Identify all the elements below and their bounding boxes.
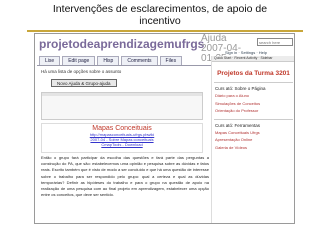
sidebar-toolbar[interactable]: Quick Start · Recent Activity · Sidebar <box>212 56 294 62</box>
info-text: Há uma lista de opções sobre o assunto <box>41 69 122 74</box>
sidebar-link[interactable]: Mapas Conceituais Ufrgs <box>212 130 294 136</box>
sidebar-section-title: Curs ató: Ferramentas <box>215 122 261 128</box>
sidebar-link[interactable]: Simulações de Conceitos <box>212 101 294 107</box>
sidebar-link[interactable]: Apresentação Online <box>212 137 294 143</box>
new-help-button[interactable]: Novo Ajuda & Grupo-ajuda <box>51 79 117 87</box>
content-placeholder-box <box>41 92 203 120</box>
mapas-link[interactable]: CmapTools - Download <box>42 142 202 147</box>
top-links[interactable]: Sign in · Settings · Help <box>225 50 267 55</box>
tabs-divider <box>37 65 211 66</box>
tab-history[interactable]: Hisp <box>97 56 120 65</box>
body-text: Então o grupo fará participar da escolha… <box>41 155 209 198</box>
sidebar-divider <box>214 82 293 83</box>
page-tabs: Lise Edit page Hisp Comments Files <box>39 56 183 65</box>
tab-view[interactable]: Lise <box>39 56 61 65</box>
box-header-stripe <box>42 93 202 96</box>
wiki-screenshot: projetodeaprendizagemufrgs Ajuda 2007-04… <box>34 33 295 224</box>
tab-files[interactable]: Files <box>159 56 183 65</box>
slide-title: Intervenções de esclarecimentos, de apoi… <box>52 3 268 27</box>
right-sidebar: Quick Start · Recent Activity · Sidebar … <box>211 56 294 223</box>
sidebar-link[interactable]: Galeria de Vídeos <box>212 145 294 151</box>
mapas-conceituais-box: Mapas Conceituais http://mapasconceituai… <box>41 123 203 153</box>
slide-divider <box>27 30 303 32</box>
site-title[interactable]: projetodeaprendizagemufrgs <box>39 37 204 51</box>
sidebar-divider <box>214 118 293 120</box>
tab-edit-page[interactable]: Edit page <box>62 56 96 65</box>
sidebar-heading: Projetos da Turma 3201 <box>217 70 290 77</box>
tab-comments[interactable]: Comments <box>121 56 158 65</box>
sidebar-section-title: Curs ató: Sobre o Página <box>215 86 266 91</box>
mapas-title: Mapas Conceituais <box>92 125 152 132</box>
search-input[interactable] <box>257 38 293 46</box>
sidebar-link[interactable]: Diário para o Aluno <box>212 93 294 99</box>
sidebar-link[interactable]: Orientação do Professor <box>212 108 294 114</box>
